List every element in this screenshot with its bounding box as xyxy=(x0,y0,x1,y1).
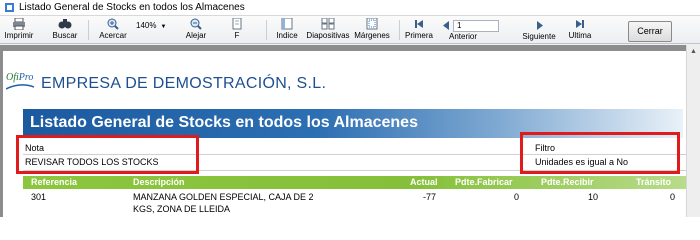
cell-pdte-fabricar: 0 xyxy=(514,192,520,202)
page-fit-icon xyxy=(232,18,242,30)
chevron-down-icon: ▼ xyxy=(160,24,167,30)
first-page-label: Primera xyxy=(404,31,433,40)
col-descripcion: Descripción xyxy=(133,177,185,187)
previous-page-label: Anterior xyxy=(448,32,477,41)
margins-button[interactable]: Márgenes xyxy=(354,17,390,43)
fit-label: F xyxy=(234,31,240,40)
zoom-out-button[interactable]: Alejar xyxy=(182,17,210,43)
toolbar-separator xyxy=(266,20,267,40)
index-button[interactable]: Indice xyxy=(272,17,302,43)
highlight-filtro xyxy=(520,132,680,174)
search-button[interactable]: Buscar xyxy=(50,17,80,43)
document-area: OfiPro EMPRESA DE DEMOSTRACIÓN, S.L. Lis… xyxy=(0,45,700,217)
margins-label: Márgenes xyxy=(354,31,390,40)
first-page-icon xyxy=(415,20,423,28)
cell-pdte-recibir: 10 xyxy=(588,192,599,202)
cell-referencia: 301 xyxy=(31,192,47,202)
preview-toolbar: Imprimir Buscar Acercar 140% ▼ Alejar F I… xyxy=(0,16,700,44)
thumbnails-label: Diapositivas xyxy=(306,31,350,40)
zoom-in-label: Acercar xyxy=(99,31,127,40)
next-page-icon[interactable] xyxy=(536,21,544,30)
highlight-nota xyxy=(16,135,199,174)
close-button[interactable]: Cerrar xyxy=(628,21,672,42)
fit-button[interactable]: F xyxy=(226,17,248,43)
col-pdte-fabricar: Pdte.Fabricar xyxy=(455,177,513,187)
cell-transito: 0 xyxy=(670,192,676,202)
title-bar: Listado General de Stocks en todos los A… xyxy=(0,0,700,16)
toolbar-separator xyxy=(399,20,400,40)
company-logo: OfiPro xyxy=(6,72,46,98)
scroll-up-icon[interactable]: ▲ xyxy=(690,48,697,55)
cell-descripcion-line2: KGS, ZONA DE LLEIDA xyxy=(133,204,231,214)
index-icon xyxy=(281,18,293,30)
report-page: OfiPro EMPRESA DE DEMOSTRACIÓN, S.L. Lis… xyxy=(3,51,686,217)
next-page-label: Siguiente xyxy=(522,32,556,41)
report-preview-window: Listado General de Stocks en todos los A… xyxy=(0,0,700,217)
previous-page-icon[interactable] xyxy=(442,21,450,30)
col-transito: Tránsito xyxy=(636,177,672,187)
logo-text: OfiPro xyxy=(6,72,34,83)
col-referencia: Referencia xyxy=(31,177,78,187)
cell-descripcion-line1: MANZANA GOLDEN ESPECIAL, CAJA DE 2 xyxy=(133,192,314,202)
print-label: Imprimir xyxy=(4,31,34,40)
binoculars-icon xyxy=(58,19,72,29)
toolbar-separator xyxy=(88,20,89,40)
col-pdte-recibir: Pdte.Recibir xyxy=(541,177,594,187)
last-page-label: Ultima xyxy=(568,31,592,40)
next-page-button[interactable]: Siguiente xyxy=(520,31,558,43)
window-title: Listado General de Stocks en todos los A… xyxy=(19,2,245,13)
zoom-out-label: Alejar xyxy=(185,31,207,40)
vertical-scrollbar[interactable]: ▲ xyxy=(686,45,700,217)
zoom-in-button[interactable]: Acercar xyxy=(96,17,130,43)
previous-page-button[interactable]: Anterior xyxy=(446,31,480,43)
thumbnails-icon xyxy=(321,18,335,30)
margins-icon xyxy=(366,18,378,30)
zoom-out-icon xyxy=(190,18,202,30)
report-title: Listado General de Stocks en todos los A… xyxy=(30,114,418,131)
first-page-button[interactable]: Primera xyxy=(404,17,434,43)
cell-actual: -77 xyxy=(423,192,437,202)
page-number-input[interactable]: 1 xyxy=(453,20,499,32)
print-button[interactable]: Imprimir xyxy=(2,17,36,43)
zoom-select[interactable]: 140% ▼ xyxy=(136,21,166,30)
last-page-button[interactable]: Ultima xyxy=(566,17,594,43)
app-icon xyxy=(5,3,14,12)
thumbnails-button[interactable]: Diapositivas xyxy=(306,17,350,43)
logo-swoosh-icon xyxy=(6,84,34,90)
company-name: EMPRESA DE DEMOSTRACIÓN, S.L. xyxy=(41,75,327,92)
printer-icon xyxy=(13,18,25,30)
table-header: Referencia Descripción Actual Pdte.Fabri… xyxy=(23,176,686,189)
zoom-value: 140% xyxy=(136,21,157,30)
search-label: Buscar xyxy=(52,31,78,40)
index-label: Indice xyxy=(276,31,298,40)
zoom-in-icon xyxy=(107,18,119,30)
col-actual: Actual xyxy=(410,177,438,187)
last-page-icon xyxy=(576,20,584,28)
